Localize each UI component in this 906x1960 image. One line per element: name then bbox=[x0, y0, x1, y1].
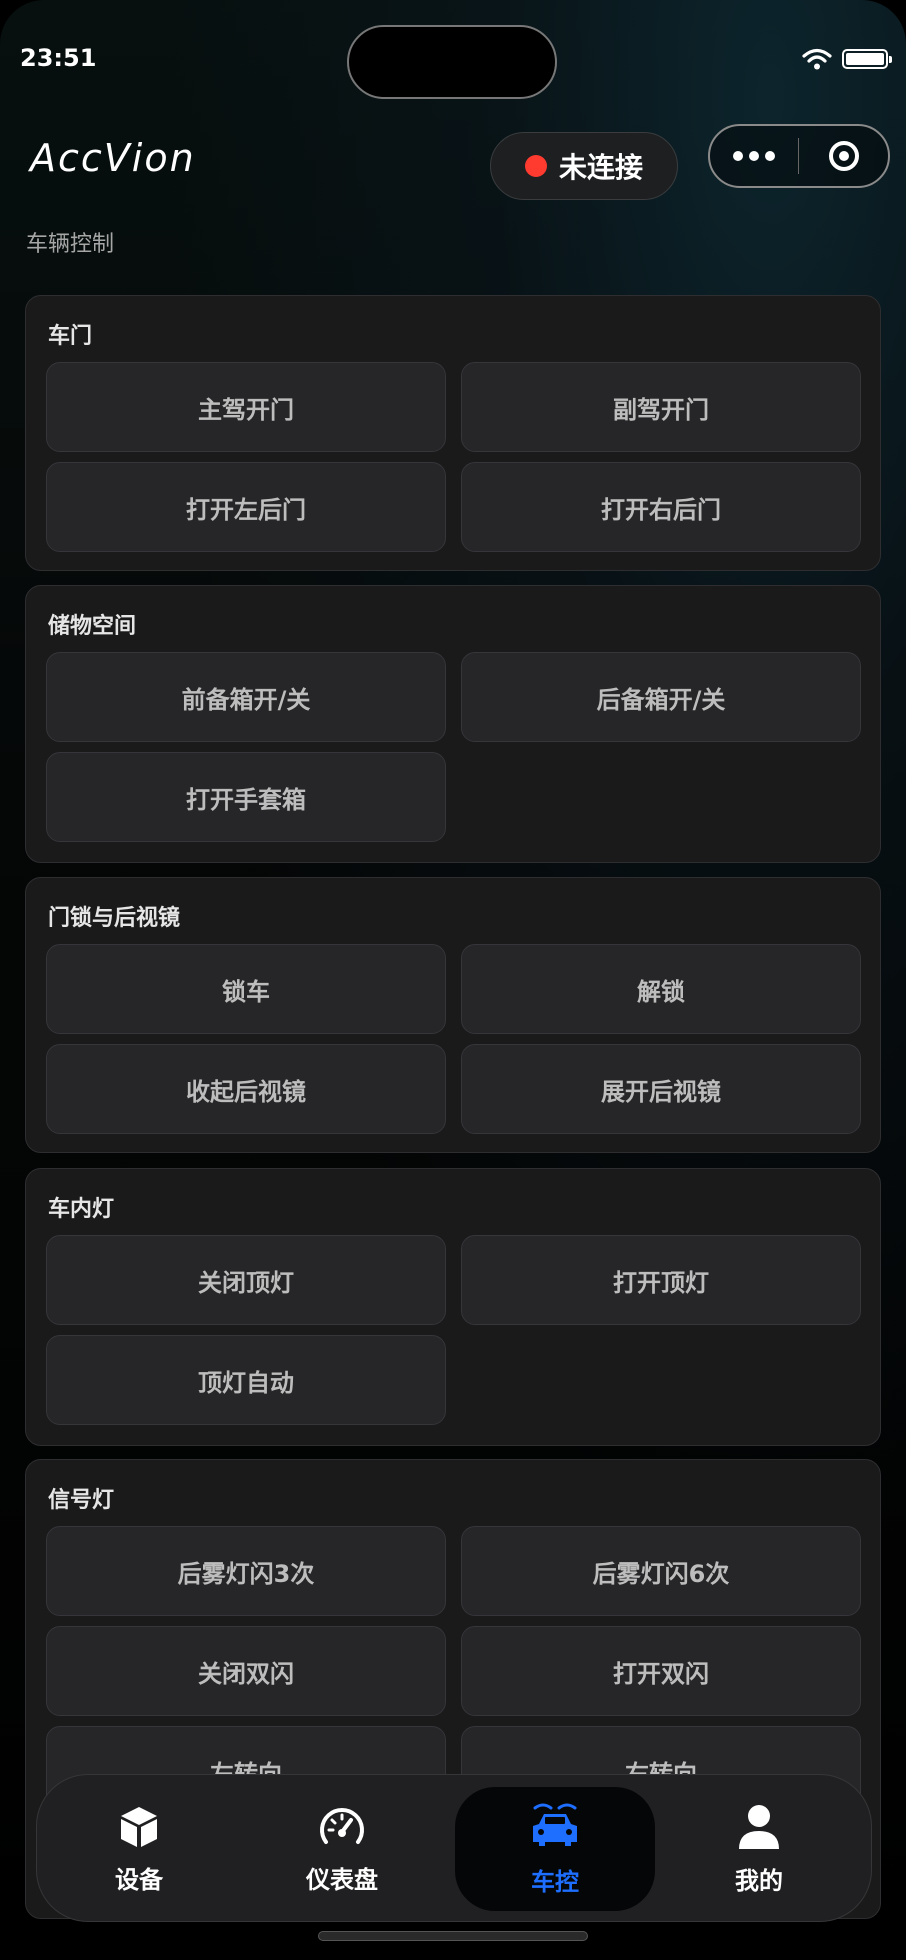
dome-light-on-button[interactable]: 打开顶灯 bbox=[461, 1235, 861, 1325]
tab-dashboard[interactable]: 仪表盘 bbox=[242, 1787, 442, 1911]
section-title: 车内灯 bbox=[48, 1197, 115, 1222]
battery-icon bbox=[842, 49, 892, 69]
unfold-mirrors-button[interactable]: 展开后视镜 bbox=[461, 1044, 861, 1134]
tab-device[interactable]: 设备 bbox=[39, 1787, 239, 1911]
dynamic-island bbox=[347, 25, 557, 99]
tab-label: 设备 bbox=[115, 1865, 163, 1894]
status-icons bbox=[802, 48, 892, 70]
miniprogram-capsule bbox=[708, 124, 890, 188]
page-title: 车辆控制 bbox=[26, 232, 115, 257]
home-indicator[interactable] bbox=[318, 1931, 588, 1941]
person-icon bbox=[736, 1803, 782, 1855]
section-storage: 储物空间 前备箱开/关 后备箱开/关 打开手套箱 bbox=[25, 585, 881, 863]
frunk-toggle-button[interactable]: 前备箱开/关 bbox=[46, 652, 446, 742]
wifi-icon bbox=[802, 48, 832, 70]
trunk-toggle-button[interactable]: 后备箱开/关 bbox=[461, 652, 861, 742]
rear-right-door-open-button[interactable]: 打开右后门 bbox=[461, 462, 861, 552]
section-locks-mirrors: 门锁与后视镜 锁车 解锁 收起后视镜 展开后视镜 bbox=[25, 877, 881, 1153]
more-dots-icon bbox=[733, 151, 743, 161]
tab-label: 我的 bbox=[735, 1866, 783, 1895]
status-time: 23:51 bbox=[20, 44, 97, 72]
rear-fog-flash-3-button[interactable]: 后雾灯闪3次 bbox=[46, 1526, 446, 1616]
close-miniprogram-button[interactable] bbox=[799, 126, 888, 186]
tab-label: 仪表盘 bbox=[306, 1865, 378, 1894]
tab-vehicle-control[interactable]: 车控 bbox=[455, 1787, 655, 1911]
connection-status-button[interactable]: 未连接 bbox=[490, 132, 678, 200]
status-bar: 23:51 bbox=[0, 0, 906, 110]
phone-screen: 23:51 AccVion 未连接 车辆控制 车门 主驾开门 副驾开门 打开左后… bbox=[0, 0, 906, 1960]
section-title: 车门 bbox=[48, 324, 93, 349]
unlock-car-button[interactable]: 解锁 bbox=[461, 944, 861, 1034]
car-icon bbox=[527, 1802, 583, 1856]
bottom-tab-bar: 设备 仪表盘 车控 我的 bbox=[36, 1774, 872, 1922]
connection-status-label: 未连接 bbox=[558, 151, 643, 184]
lock-car-button[interactable]: 锁车 bbox=[46, 944, 446, 1034]
more-menu-button[interactable] bbox=[710, 126, 798, 186]
dome-light-off-button[interactable]: 关闭顶灯 bbox=[46, 1235, 446, 1325]
section-title: 储物空间 bbox=[48, 614, 137, 639]
driver-door-open-button[interactable]: 主驾开门 bbox=[46, 362, 446, 452]
app-logo: AccVion bbox=[30, 136, 196, 180]
fold-mirrors-button[interactable]: 收起后视镜 bbox=[46, 1044, 446, 1134]
rear-left-door-open-button[interactable]: 打开左后门 bbox=[46, 462, 446, 552]
disconnected-dot-icon bbox=[524, 155, 547, 177]
section-title: 信号灯 bbox=[48, 1488, 115, 1513]
target-close-icon bbox=[828, 141, 859, 171]
passenger-door-open-button[interactable]: 副驾开门 bbox=[461, 362, 861, 452]
tab-profile[interactable]: 我的 bbox=[659, 1787, 859, 1911]
hazard-on-button[interactable]: 打开双闪 bbox=[461, 1626, 861, 1716]
dome-light-auto-button[interactable]: 顶灯自动 bbox=[46, 1335, 446, 1425]
hazard-off-button[interactable]: 关闭双闪 bbox=[46, 1626, 446, 1716]
section-doors: 车门 主驾开门 副驾开门 打开左后门 打开右后门 bbox=[25, 295, 881, 571]
cube-icon bbox=[116, 1804, 162, 1854]
rear-fog-flash-6-button[interactable]: 后雾灯闪6次 bbox=[461, 1526, 861, 1616]
tab-label: 车控 bbox=[531, 1867, 579, 1896]
glovebox-open-button[interactable]: 打开手套箱 bbox=[46, 752, 446, 842]
section-title: 门锁与后视镜 bbox=[48, 906, 181, 931]
speedometer-icon bbox=[318, 1804, 366, 1854]
section-interior-lights: 车内灯 关闭顶灯 打开顶灯 顶灯自动 bbox=[25, 1168, 881, 1446]
